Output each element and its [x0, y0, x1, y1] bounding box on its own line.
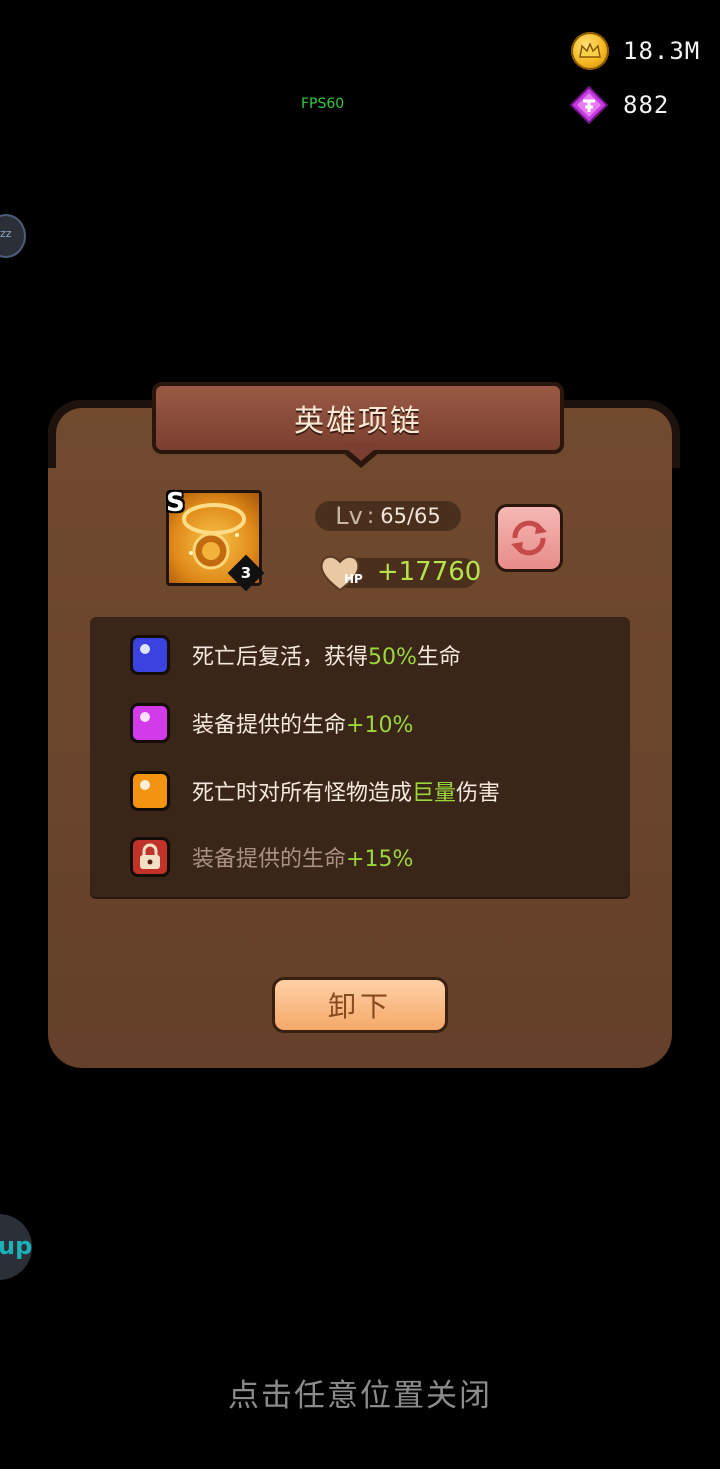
unequip-button[interactable]: 卸下 [272, 977, 448, 1033]
item-grade: S [166, 488, 185, 518]
skill-row-3: 死亡时对所有怪物造成巨量伤害 [90, 761, 630, 821]
gold-amount: 18.3M [623, 37, 701, 65]
hp-stat: HP +17760 [318, 552, 481, 592]
side-button-bottom-label: up [0, 1232, 33, 1260]
gem-amount: 882 [623, 91, 670, 119]
blue-gem-icon [130, 635, 170, 675]
level-colon: : [366, 503, 375, 529]
skill-4-text: 装备提供的生命+15% [192, 847, 414, 872]
hp-value: +17760 [376, 557, 482, 587]
banner-tip-inner [340, 443, 382, 461]
skill-row-1: 死亡后复活，获得50%生命 [90, 625, 630, 685]
skill-row-2: 装备提供的生命+10% [90, 693, 630, 753]
orange-gem-icon [130, 771, 170, 811]
purple-gem-icon [569, 85, 609, 125]
gem-currency: 882 [569, 85, 669, 125]
reforge-button[interactable] [495, 504, 563, 572]
skill-1-text: 死亡后复活，获得50%生命 [192, 645, 461, 670]
level-pill: Lv : 65/65 [315, 501, 461, 531]
fps-counter: FPS60 [301, 96, 345, 112]
unequip-label: 卸下 [327, 990, 392, 1023]
side-floating-button-top[interactable]: zz [0, 214, 26, 258]
side-button-top-label: zz [0, 227, 12, 240]
side-floating-button-bottom[interactable]: up [0, 1214, 32, 1280]
panel-corner-right [562, 400, 680, 468]
skill-3-text: 死亡时对所有怪物造成巨量伤害 [192, 781, 501, 806]
skill-row-4: 装备提供的生命+15% [90, 827, 630, 887]
purple-gem-icon [130, 703, 170, 743]
item-count: 3 [240, 564, 252, 582]
level-value: 65/65 [380, 504, 441, 528]
lock-icon [130, 837, 170, 877]
crown-coin-icon [571, 32, 609, 70]
hp-label: HP [344, 572, 363, 586]
level-label: Lv [335, 502, 363, 530]
skills-list: 死亡后复活，获得50%生命 装备提供的生命+10% 死亡时对所有怪物造成巨量伤害… [90, 617, 630, 897]
gold-currency: 18.3M [571, 32, 700, 70]
dialog-title: 英雄项链 [294, 404, 422, 439]
panel-corner-left [48, 400, 166, 468]
skill-2-text: 装备提供的生命+10% [192, 713, 414, 738]
refresh-icon [511, 520, 547, 556]
close-hint[interactable]: 点击任意位置关闭 [0, 1370, 720, 1415]
